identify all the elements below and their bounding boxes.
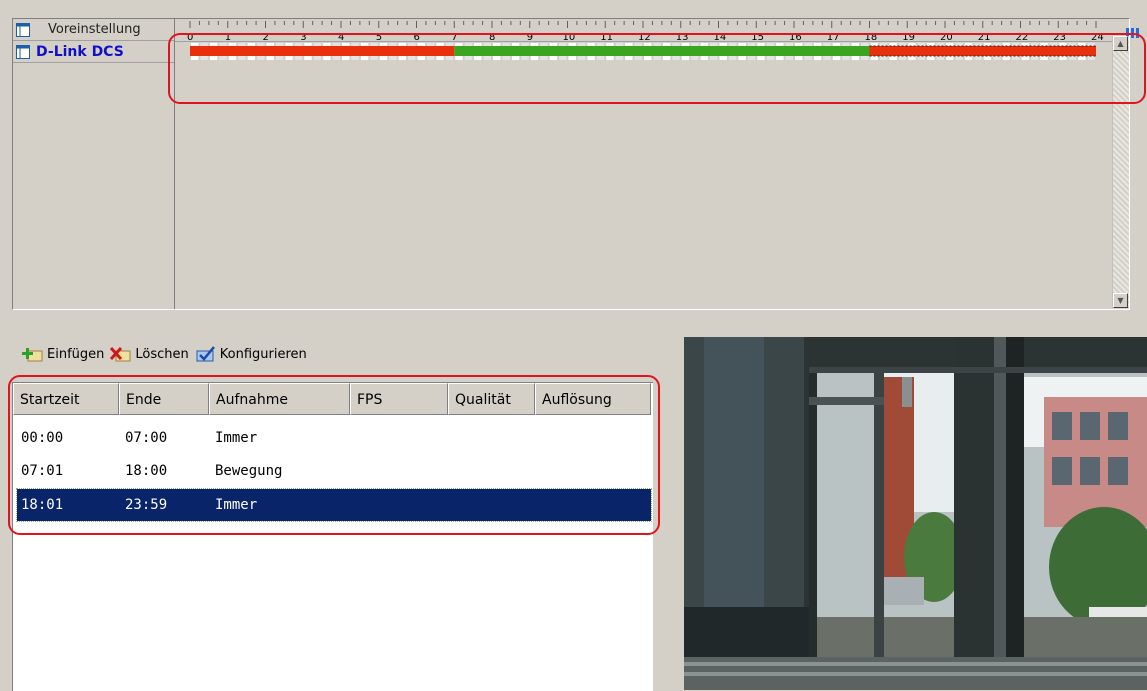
camera-row-icon xyxy=(16,44,30,59)
insert-label: Einfügen xyxy=(47,346,105,362)
delete-label: Löschen xyxy=(135,346,189,362)
preset-label: Voreinstellung xyxy=(48,22,141,37)
delete-button[interactable]: Löschen xyxy=(110,345,189,363)
schedule-highlight xyxy=(8,375,660,535)
schedule-toolbar: Einfügen Löschen Konfigurieren xyxy=(22,343,307,365)
insert-button[interactable]: Einfügen xyxy=(22,345,104,363)
timeline-highlight xyxy=(168,33,1146,104)
scroll-down-button[interactable]: ▼ xyxy=(1113,293,1128,308)
preset-row[interactable]: Voreinstellung xyxy=(13,19,174,41)
timeline-label-column: Voreinstellung D-Link DCS xyxy=(13,19,175,309)
camera-preview xyxy=(684,337,1147,690)
insert-icon xyxy=(22,348,43,362)
configure-button[interactable]: Konfigurieren xyxy=(195,345,307,363)
preset-icon xyxy=(16,22,30,37)
camera-label: D-Link DCS xyxy=(36,43,124,60)
configure-icon xyxy=(196,346,215,362)
configure-label: Konfigurieren xyxy=(219,346,307,362)
delete-icon xyxy=(110,346,131,362)
camera-preview-image xyxy=(684,337,1147,690)
camera-row[interactable]: D-Link DCS xyxy=(13,41,174,63)
